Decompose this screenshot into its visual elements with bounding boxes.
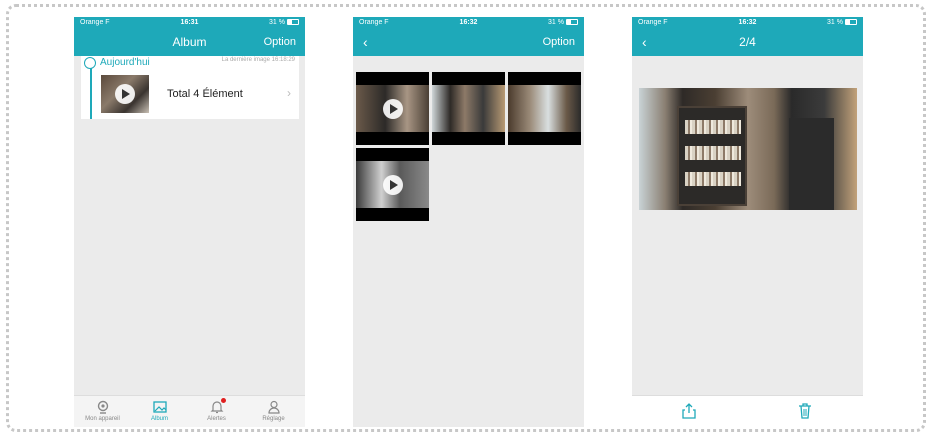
- battery-indicator: 31 %: [827, 17, 857, 29]
- media-thumbnail[interactable]: [432, 72, 505, 145]
- album-day-card[interactable]: Aujourd'hui La dernière image 16:18:29 T…: [81, 56, 299, 119]
- header-bar: Orange F 16:31 31 % Album Option: [74, 17, 305, 56]
- media-thumbnail[interactable]: [508, 72, 581, 145]
- person-icon: [267, 400, 281, 414]
- header-bar: Orange F 16:32 31 % ‹ Option: [353, 17, 584, 56]
- total-count: Total 4 Élément: [167, 88, 243, 100]
- battery-percent: 31 %: [827, 19, 843, 26]
- battery-indicator: 31 %: [548, 17, 578, 29]
- battery-percent: 31 %: [269, 19, 285, 26]
- bell-icon: [210, 398, 226, 414]
- tab-label: Alertes: [207, 416, 226, 422]
- full-photo[interactable]: [639, 88, 857, 210]
- status-bar: Orange F 16:32 31 %: [632, 17, 863, 29]
- media-thumbnail[interactable]: [356, 72, 429, 145]
- thumbnail-image: [432, 85, 505, 132]
- battery-indicator: 31 %: [269, 17, 299, 29]
- photo-books: [685, 120, 741, 134]
- battery-icon: [566, 19, 578, 26]
- clock-icon: [84, 57, 96, 69]
- option-button[interactable]: Option: [543, 29, 575, 56]
- album-grid-screen: Orange F 16:32 31 % ‹ Option: [353, 17, 584, 427]
- play-icon: [383, 175, 403, 195]
- day-label: Aujourd'hui: [100, 57, 150, 68]
- photo-books: [685, 146, 741, 160]
- play-icon: [383, 99, 403, 119]
- status-bar: Orange F 16:32 31 %: [353, 17, 584, 29]
- tab-label: Album: [150, 416, 168, 422]
- page-counter: 2/4: [739, 35, 756, 49]
- tab-reglage[interactable]: Réglage: [245, 396, 302, 427]
- photo-door: [789, 118, 834, 210]
- alert-badge: [220, 398, 226, 403]
- battery-percent: 31 %: [548, 19, 564, 26]
- nav-row: ‹ Option: [353, 29, 584, 56]
- tab-alertes[interactable]: Alertes: [188, 396, 245, 427]
- album-thumbnail[interactable]: [101, 75, 149, 113]
- chevron-right-icon: ›: [287, 86, 291, 100]
- thumbnail-image: [508, 85, 581, 132]
- tab-label: Réglage: [262, 416, 285, 422]
- trash-icon[interactable]: [798, 403, 812, 419]
- header-bar: Orange F 16:32 31 % ‹ 2/4: [632, 17, 863, 56]
- timeline-line: [90, 66, 92, 119]
- last-image-time: La dernière image 16:18:29: [221, 57, 295, 63]
- play-icon: [115, 84, 135, 104]
- nav-row: ‹ 2/4: [632, 29, 863, 56]
- viewer-toolbar: [632, 395, 863, 427]
- album-list-screen: Orange F 16:31 31 % Album Option Aujourd…: [74, 17, 305, 427]
- photo-viewer-screen: Orange F 16:32 31 % ‹ 2/4: [632, 17, 863, 427]
- photo-icon: [152, 400, 167, 414]
- photo-books: [685, 172, 741, 186]
- photo-shelf: [677, 106, 747, 206]
- camera-location-icon: [96, 400, 110, 414]
- nav-row: Album Option: [74, 29, 305, 56]
- battery-icon: [287, 19, 299, 26]
- status-bar: Orange F 16:31 31 %: [74, 17, 305, 29]
- tab-bar: Mon appareil Album Alertes Réglage: [74, 395, 305, 427]
- option-button[interactable]: Option: [264, 29, 296, 56]
- share-icon[interactable]: [682, 403, 696, 419]
- screenshot-frame: Orange F 16:31 31 % Album Option Aujourd…: [0, 0, 932, 435]
- tab-mon-appareil[interactable]: Mon appareil: [74, 396, 131, 427]
- back-button[interactable]: ‹: [363, 29, 368, 56]
- tab-album[interactable]: Album: [131, 396, 188, 427]
- battery-icon: [845, 19, 857, 26]
- tab-label: Mon appareil: [85, 416, 120, 422]
- media-thumbnail[interactable]: [356, 148, 429, 221]
